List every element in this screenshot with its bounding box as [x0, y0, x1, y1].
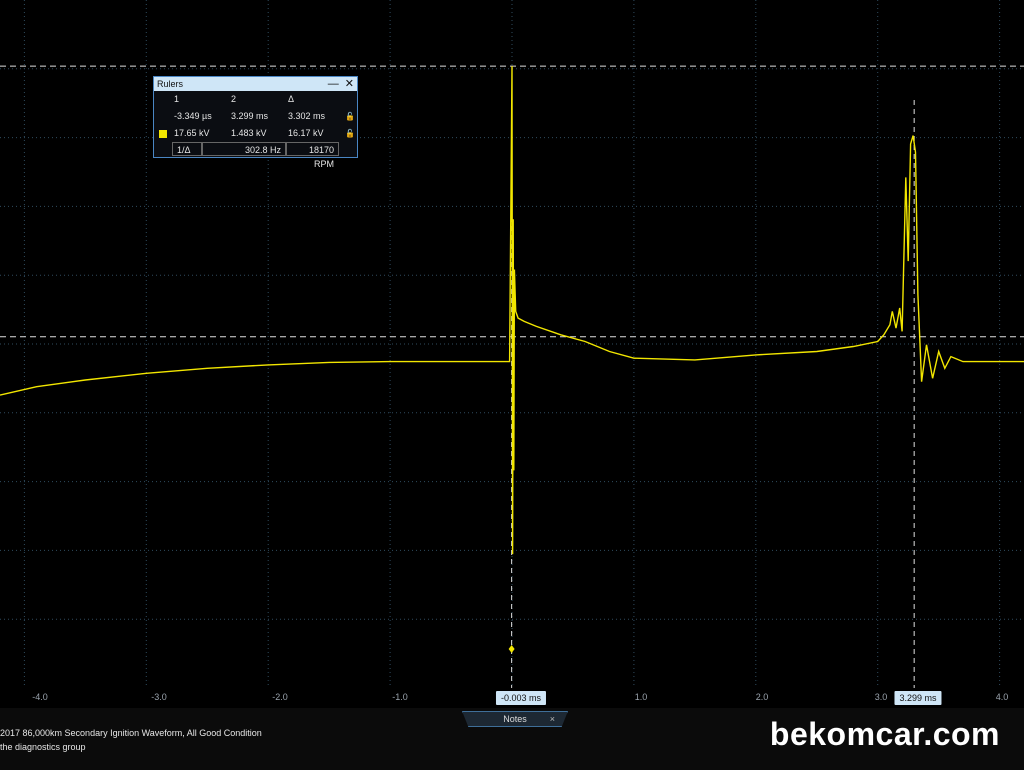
frequency-value: 302.8 Hz	[202, 142, 286, 156]
minimize-icon[interactable]: —	[328, 77, 339, 91]
note-text-line-1: 2017 86,000km Secondary Ignition Wavefor…	[0, 728, 262, 738]
voltage-ruler-1-value[interactable]: 17.65 kV	[174, 125, 210, 142]
x-tick-label: -2.0	[272, 692, 288, 702]
rulers-header-row: 1 2 Δ	[154, 91, 357, 108]
lock-icon[interactable]: 🔓	[345, 108, 355, 125]
ruler-1-header: 1	[174, 94, 180, 104]
x-tick-label: 1.0	[634, 692, 648, 702]
time-ruler-2-flag[interactable]: 3.299 ms	[894, 691, 942, 705]
note-text-line-2: the diagnostics group	[0, 742, 86, 752]
x-tick-label: 3.0	[874, 692, 888, 702]
voltage-delta-value: 16.17 kV	[288, 128, 324, 138]
ruler-origin-marker[interactable]	[508, 645, 515, 653]
close-icon[interactable]: ×	[550, 712, 555, 726]
voltage-rulers-row: 17.65 kV 1.483 kV 16.17 kV 🔓	[154, 125, 357, 142]
lock-icon[interactable]: 🔓	[345, 125, 355, 142]
time-ruler-1-value[interactable]: -3.349 µs	[174, 108, 212, 125]
time-rulers-row: -3.349 µs 3.299 ms 3.302 ms 🔓	[154, 108, 357, 125]
rulers-panel-title: Rulers	[157, 79, 184, 89]
close-icon[interactable]: ✕	[345, 77, 354, 91]
time-delta-value: 3.302 ms	[288, 111, 326, 121]
x-tick-label: -3.0	[151, 692, 167, 702]
notes-tab[interactable]: Notes ×	[462, 711, 568, 727]
inverse-delta-label: 1/Δ	[172, 142, 202, 156]
delta-header: Δ	[288, 94, 295, 104]
x-tick-label: -1.0	[392, 692, 408, 702]
x-tick-label: -4.0	[32, 692, 48, 702]
voltage-ruler-2-value[interactable]: 1.483 kV	[231, 125, 267, 142]
rulers-panel[interactable]: Rulers — ✕ 1 2 Δ -3.349 µs 3.299 ms 3.30…	[153, 76, 358, 169]
channel-color-swatch	[159, 125, 167, 142]
time-ruler-1-flag[interactable]: -0.003 ms	[495, 691, 547, 705]
x-tick-label: 2.0	[755, 692, 769, 702]
notes-tab-label: Notes	[503, 714, 527, 724]
time-ruler-2-value[interactable]: 3.299 ms	[231, 108, 268, 125]
rpm-value: 18170 RPM	[286, 142, 339, 169]
watermark: bekomcar.com	[769, 716, 1000, 752]
rulers-panel-titlebar[interactable]: Rulers — ✕	[154, 77, 357, 91]
x-tick-label: 4.0	[995, 692, 1009, 702]
ruler-2-header: 2	[231, 94, 237, 104]
